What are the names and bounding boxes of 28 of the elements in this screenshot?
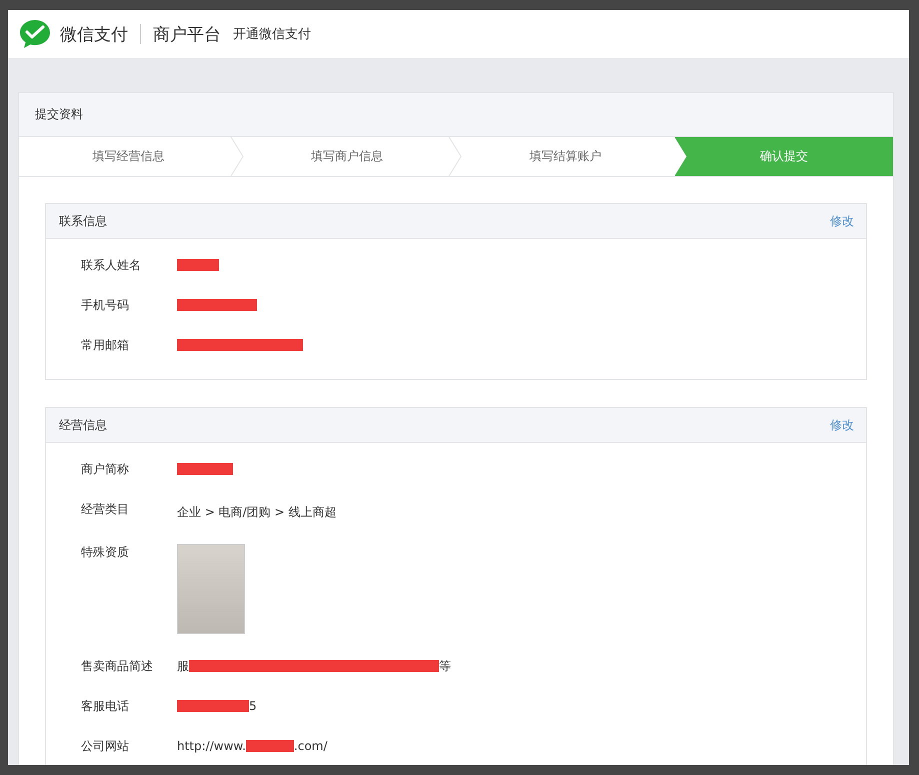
field-label: 常用邮箱 <box>81 337 130 353</box>
chat-bubble-check-logo-icon <box>18 17 52 51</box>
platform-name: 商户平台 <box>153 24 221 46</box>
edit-link[interactable]: 修改 <box>830 416 854 434</box>
field-label: 经营类目 <box>81 501 130 517</box>
redaction-bar <box>177 259 219 271</box>
panel-title: 提交资料 <box>35 106 83 123</box>
field-label: 联系人姓名 <box>81 257 142 273</box>
field-label: 售卖商品简述 <box>81 658 154 674</box>
field-value: 5 <box>249 698 257 714</box>
section-title: 经营信息 <box>59 416 107 434</box>
redaction-bar <box>177 463 233 475</box>
field-value: 等 <box>439 658 451 674</box>
field-value: http://www. <box>177 738 246 754</box>
field-value: 企业 > 电商/团购 > 线上商超 <box>177 505 336 519</box>
edit-link[interactable]: 修改 <box>830 212 854 230</box>
redaction-bar <box>177 700 249 712</box>
field-label: 特殊资质 <box>81 544 130 560</box>
section-title: 联系信息 <box>59 212 107 230</box>
field-value: .com/ <box>294 738 328 754</box>
redaction-bar <box>246 740 294 752</box>
field-value: 服 <box>177 658 189 674</box>
field-label: 公司网站 <box>81 738 130 754</box>
field-label: 商户简称 <box>81 461 130 477</box>
field-label: 客服电话 <box>81 698 130 714</box>
page-title: 开通微信支付 <box>233 26 311 43</box>
brand-name: 微信支付 <box>60 24 128 46</box>
field-label: 手机号码 <box>81 297 130 313</box>
